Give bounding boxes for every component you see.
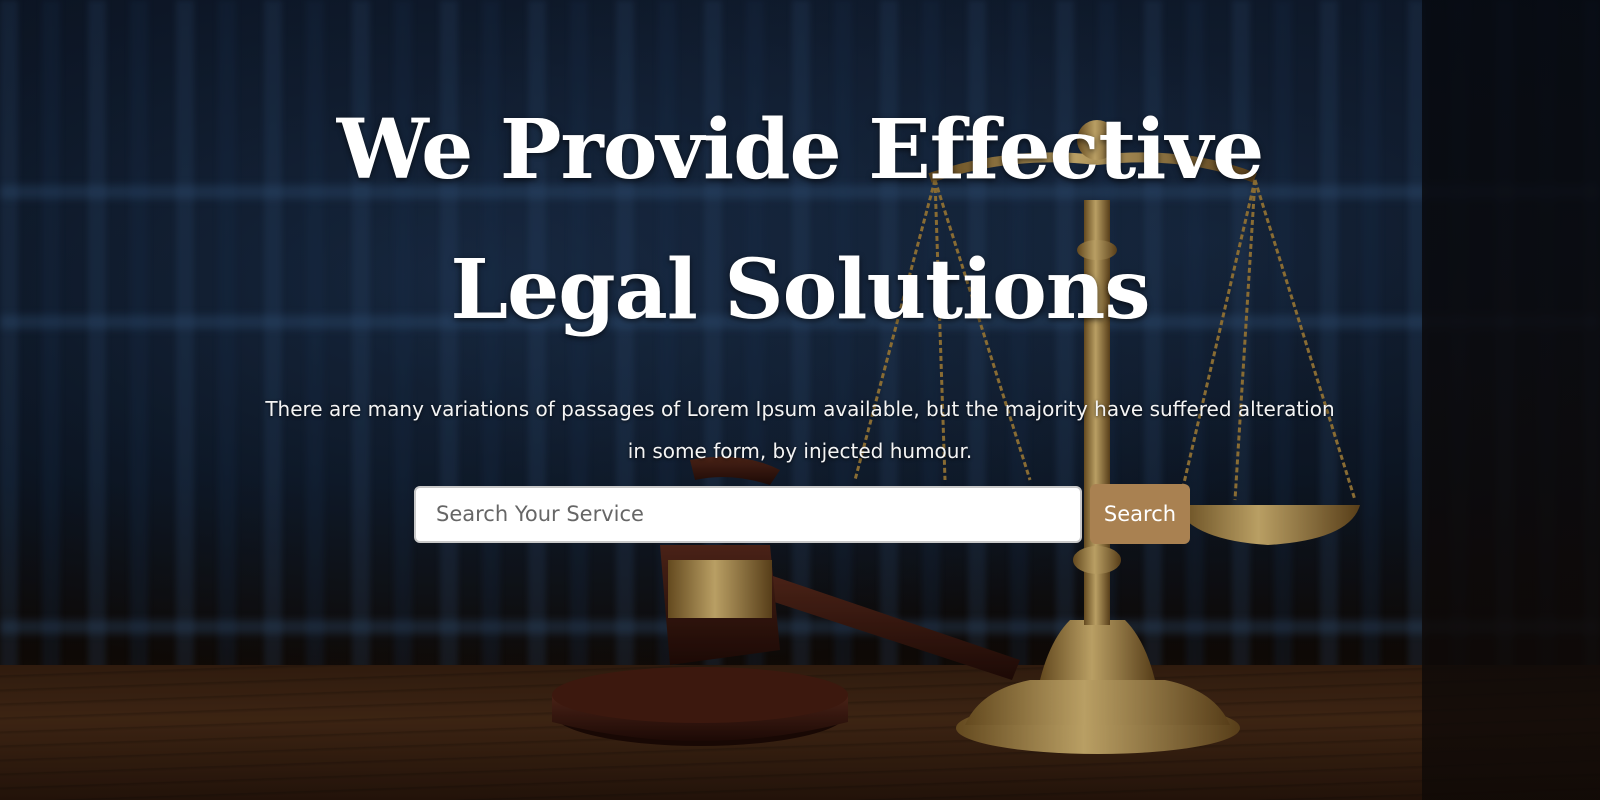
search-bar: Search (414, 484, 1190, 544)
hero-section: We Provide Effective Legal Solutions The… (0, 0, 1600, 800)
search-button[interactable]: Search (1090, 484, 1190, 544)
hero-content: We Provide Effective Legal Solutions The… (0, 80, 1600, 472)
hero-subtitle: There are many variations of passages of… (265, 397, 1335, 463)
search-input[interactable] (414, 485, 1082, 543)
hero-title: We Provide Effective Legal Solutions (336, 102, 1265, 338)
